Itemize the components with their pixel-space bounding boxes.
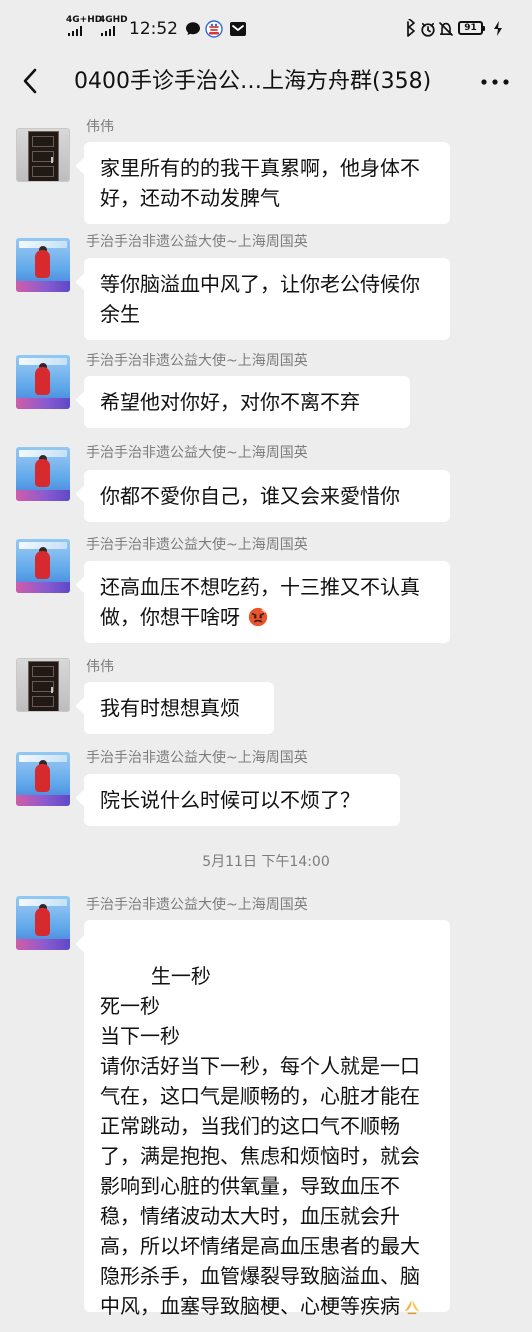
back-button[interactable] <box>13 64 47 98</box>
back-arrow-icon <box>23 68 37 94</box>
sender-name: 伟伟 <box>86 659 114 675</box>
chat-bubble-icon <box>186 22 200 35</box>
signal-bars-1-icon <box>68 26 82 36</box>
sender-name: 伟伟 <box>86 119 114 135</box>
message-bubble[interactable]: 还高血压不想吃药，十三推又不认真做，你想干啥呀 <box>84 561 450 643</box>
message-bubble[interactable]: 院长说什么时候可以不烦了？ <box>84 774 400 826</box>
sender-name: 手治手治非遗公益大使~上海周国英 <box>86 234 308 250</box>
message-bubble[interactable]: 生一秒 死一秒 当下一秒 请你活好当下一秒，每个人就是一口气在，这口气是顺畅的，… <box>84 920 450 1318</box>
message-bubble[interactable]: 希望他对你好，对你不离不弃 <box>84 376 410 428</box>
status-time: 12:52 <box>129 19 178 39</box>
praying-hands-emoji <box>404 1300 420 1315</box>
message-text: 生一秒 死一秒 当下一秒 请你活好当下一秒，每个人就是一口气在，这口气是顺畅的，… <box>100 964 420 1318</box>
door-image <box>28 661 59 711</box>
mute-bell-icon <box>439 22 453 36</box>
message-bubble[interactable]: 等你脑溢血中风了，让你老公侍候你余生 <box>84 258 450 340</box>
door-image <box>28 131 59 181</box>
message-list: 伟伟 家里所有的的我干真累啊，他身体不好，还动不动发脾气 手治手治非遗公益大使~… <box>0 106 532 1332</box>
avatar[interactable] <box>16 128 70 182</box>
battery-level: 91 <box>464 23 477 33</box>
avatar[interactable] <box>16 447 70 501</box>
sender-name: 手治手治非遗公益大使~上海周国英 <box>86 537 308 553</box>
app-badge-icon <box>205 20 223 38</box>
avatar[interactable] <box>16 896 70 950</box>
sender-name: 手治手治非遗公益大使~上海周国英 <box>86 445 308 461</box>
chat-title: 0400手诊手治公…上海方舟群(358) <box>74 69 432 94</box>
chat-screen: 4G+HD 4GHD 12:52 91 0400手诊手治公…上海方舟群(358)… <box>0 0 532 1332</box>
message-bubble[interactable]: 家里所有的的我干真累啊，他身体不好，还动不动发脾气 <box>84 142 450 224</box>
bluetooth-icon <box>407 19 415 37</box>
avatar[interactable] <box>16 752 70 806</box>
chat-header: 0400手诊手治公…上海方舟群(358) <box>0 58 532 106</box>
charging-icon <box>494 21 502 36</box>
sender-name: 手治手治非遗公益大使~上海周国英 <box>86 897 308 913</box>
battery-indicator: 91 <box>458 21 485 35</box>
avatar[interactable] <box>16 658 70 712</box>
signal-bars-2-icon <box>101 26 115 36</box>
message-bubble[interactable]: 我有时想想真烦 <box>84 682 274 734</box>
message-timestamp: 5月11日 下午14:00 <box>202 854 330 870</box>
status-bar: 4G+HD 4GHD 12:52 91 <box>0 0 532 58</box>
alarm-icon <box>421 22 435 37</box>
more-icon <box>481 79 509 85</box>
network-label-2: 4GHD <box>99 15 128 25</box>
network-label-1: 4G+HD <box>66 15 103 25</box>
mail-icon <box>230 22 246 36</box>
avatar[interactable] <box>16 539 70 593</box>
avatar[interactable] <box>16 355 70 409</box>
angry-face-emoji <box>249 607 268 627</box>
sender-name: 手治手治非遗公益大使~上海周国英 <box>86 353 308 369</box>
more-button[interactable] <box>474 65 516 99</box>
sender-name: 手治手治非遗公益大使~上海周国英 <box>86 750 308 766</box>
avatar[interactable] <box>16 238 70 292</box>
message-bubble[interactable]: 你都不愛你自己，谁又会来愛惜你 <box>84 470 450 522</box>
